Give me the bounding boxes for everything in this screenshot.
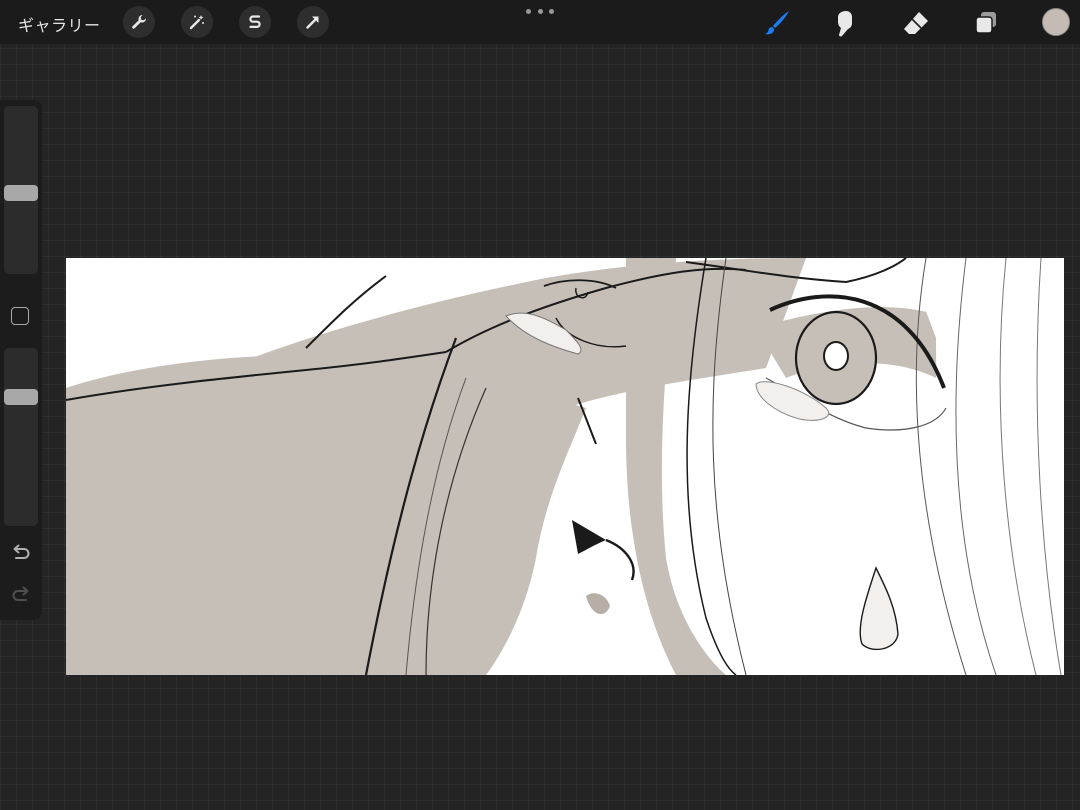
brush-tool-button[interactable] — [760, 6, 794, 40]
layers-icon — [975, 12, 996, 34]
brush-size-slider[interactable] — [4, 106, 38, 274]
transform-button[interactable] — [297, 6, 329, 38]
eraser-tool-button[interactable] — [899, 6, 933, 40]
selection-button[interactable] — [239, 6, 271, 38]
left-sidebar — [0, 100, 42, 620]
undo-icon[interactable] — [10, 542, 32, 564]
smudge-tool-button[interactable] — [829, 6, 863, 40]
more-options-icon[interactable] — [526, 3, 554, 19]
smudge-icon — [838, 11, 852, 37]
redo-icon[interactable] — [10, 584, 32, 606]
brush-icon — [765, 11, 789, 35]
artwork-illustration — [66, 258, 1064, 675]
brush-size-thumb[interactable] — [4, 185, 38, 201]
eraser-icon — [904, 12, 928, 34]
color-picker-button[interactable] — [1042, 8, 1070, 36]
selection-s-icon — [249, 15, 261, 28]
layers-button[interactable] — [969, 6, 1003, 40]
magic-wand-icon — [189, 15, 204, 30]
transform-arrow-icon — [306, 16, 319, 29]
opacity-thumb[interactable] — [4, 389, 38, 405]
wrench-icon — [132, 15, 147, 29]
adjustments-button[interactable] — [181, 6, 213, 38]
opacity-slider[interactable] — [4, 348, 38, 526]
drawing-canvas[interactable] — [66, 258, 1064, 675]
actions-button[interactable] — [123, 6, 155, 38]
top-toolbar: ギャラリー — [0, 0, 1080, 44]
gallery-button[interactable]: ギャラリー — [18, 12, 101, 36]
modify-button[interactable] — [11, 307, 29, 325]
